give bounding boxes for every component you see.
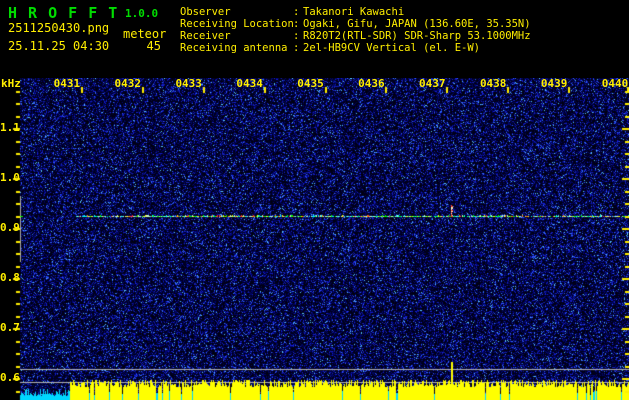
x-tick-label: 0437 <box>419 77 446 90</box>
info-row-observer: Observer: Takanori Kawachi <box>180 6 531 18</box>
y-tick-label: 0.9 <box>0 221 20 234</box>
x-tick-label: 0438 <box>479 77 507 90</box>
info-value: Ogaki, Gifu, JAPAN (136.60E, 35.35N) <box>303 18 531 30</box>
info-colon: : <box>293 6 300 18</box>
info-colon: : <box>293 30 300 42</box>
x-tick-label: 0434 <box>236 77 263 90</box>
info-label: Receiver <box>180 30 231 42</box>
info-row-receiver: Receiver: R820T2(RTL-SDR) SDR-Sharp 53.10… <box>180 30 531 42</box>
output-filename: 2511250430.png <box>8 21 110 35</box>
y-axis-unit-label: kHz <box>1 77 21 90</box>
y-tick-label: 1.0 <box>0 171 20 184</box>
info-colon: : <box>293 18 300 30</box>
info-row-location: Receiving Location: Ogaki, Gifu, JAPAN (1… <box>180 18 531 30</box>
hrofft-window: H R O F F T 1.0.0 2511250430.png meteor … <box>0 0 629 400</box>
station-info-block: Observer: Takanori Kawachi Receiving Loca… <box>180 6 531 54</box>
info-row-antenna: Receiving antenna:2el-HB9CV Vertical (el… <box>180 42 531 54</box>
app-title: H R O F F T <box>8 4 119 22</box>
x-tick-label: 0440 <box>601 77 629 90</box>
info-value: 2el-HB9CV Vertical (el. E-W) <box>303 42 481 54</box>
x-tick-label: 0439 <box>540 77 568 90</box>
x-tick-label: 0435 <box>297 77 324 90</box>
x-tick-label: 0433 <box>175 77 202 90</box>
x-tick-label: 0432 <box>114 77 142 90</box>
y-tick-label: 0.6 <box>0 371 20 384</box>
observation-datetime: 25.11.25 04:30 <box>8 39 110 53</box>
info-label: Receiving antenna <box>180 42 288 54</box>
spectrogram-plot: kHz 0431 0432 0433 0434 0435 0436 0437 0438 0439… <box>0 77 629 400</box>
app-version: 1.0.0 <box>125 7 159 20</box>
info-label: Observer <box>180 6 231 18</box>
y-tick-label: 0.7 <box>0 321 20 334</box>
spectrogram-canvas <box>0 78 629 400</box>
info-colon: : <box>293 42 300 54</box>
info-value: Takanori Kawachi <box>303 6 405 18</box>
y-tick-label: 0.8 <box>0 271 20 284</box>
info-label: Receiving Location <box>180 18 294 30</box>
y-tick-label: 1.1 <box>0 121 20 134</box>
x-tick-label: 0431 <box>53 77 81 90</box>
echo-count: 45 <box>146 39 161 53</box>
info-value: R820T2(RTL-SDR) SDR-Sharp 53.1000MHz <box>303 30 531 42</box>
x-tick-label: 0436 <box>358 77 385 90</box>
